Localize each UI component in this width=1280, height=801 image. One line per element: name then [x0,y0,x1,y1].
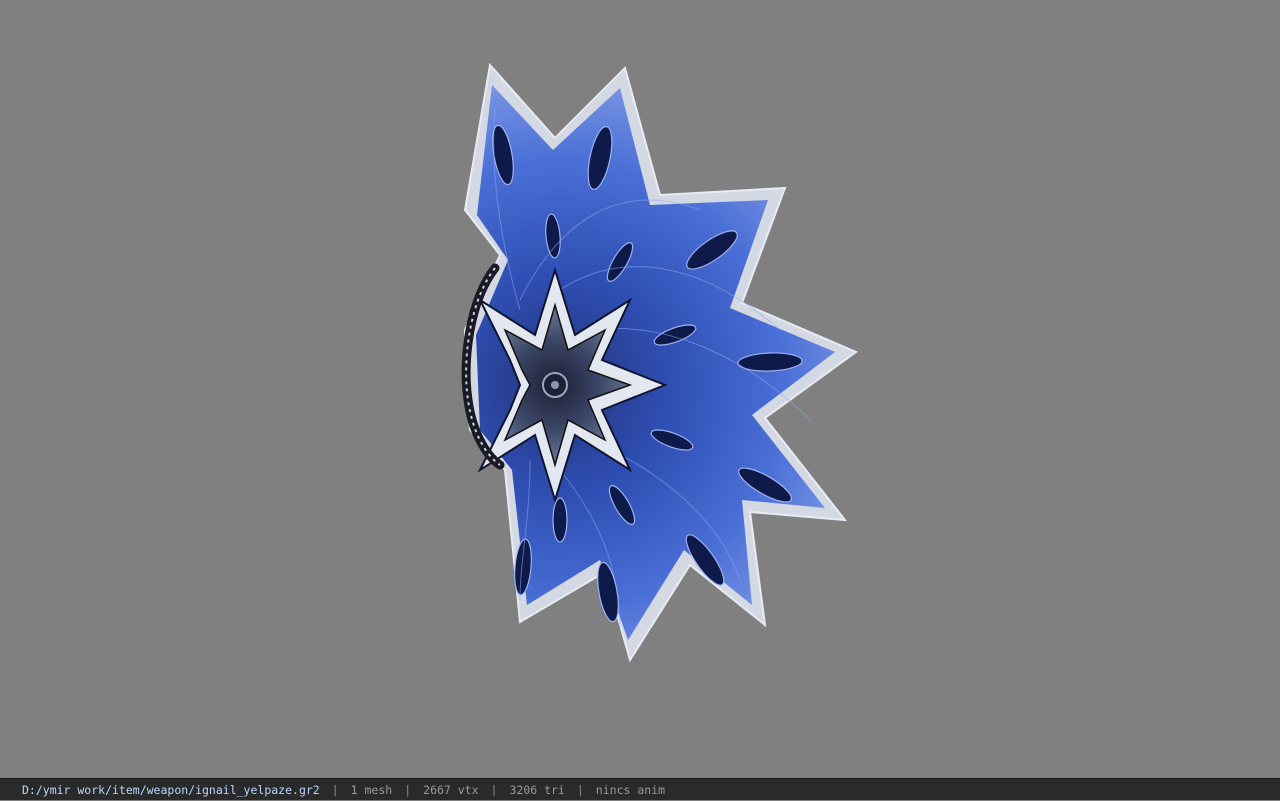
triangle-count: 3206 tri [509,783,565,797]
fan-weapon-model[interactable] [0,0,1280,778]
separator: | [331,783,339,797]
separator: | [490,783,498,797]
mesh-count: 1 mesh [350,783,393,797]
3d-viewport[interactable] [0,0,1280,778]
animation-status: nincs anim [595,783,666,797]
vertex-count: 2667 vtx [423,783,479,797]
file-path: D:/ymir work/item/weapon/ignail_yelpaze.… [22,783,320,797]
separator: | [404,783,412,797]
hub-center [551,381,559,389]
separator: | [576,783,584,797]
status-bar: D:/ymir work/item/weapon/ignail_yelpaze.… [0,778,1280,800]
